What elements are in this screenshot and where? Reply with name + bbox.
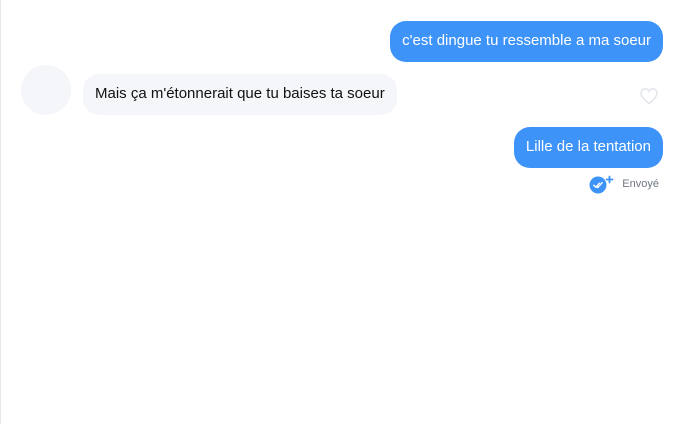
incoming-message[interactable]: Mais ça m'étonnerait que tu baises ta so… [83, 74, 397, 115]
like-button[interactable] [639, 87, 659, 105]
conversation-thread: c'est dingue tu ressemble a ma soeur Mai… [0, 0, 682, 424]
sent-check-icon [589, 175, 614, 194]
outgoing-message[interactable]: c'est dingue tu ressemble a ma soeur [390, 21, 663, 62]
contact-avatar[interactable] [21, 65, 71, 115]
status-label: Envoyé [622, 178, 659, 190]
outgoing-message[interactable]: Lille de la tentation [513, 127, 663, 168]
delivery-status: Envoyé [589, 174, 659, 194]
heart-outline-icon [640, 88, 658, 105]
